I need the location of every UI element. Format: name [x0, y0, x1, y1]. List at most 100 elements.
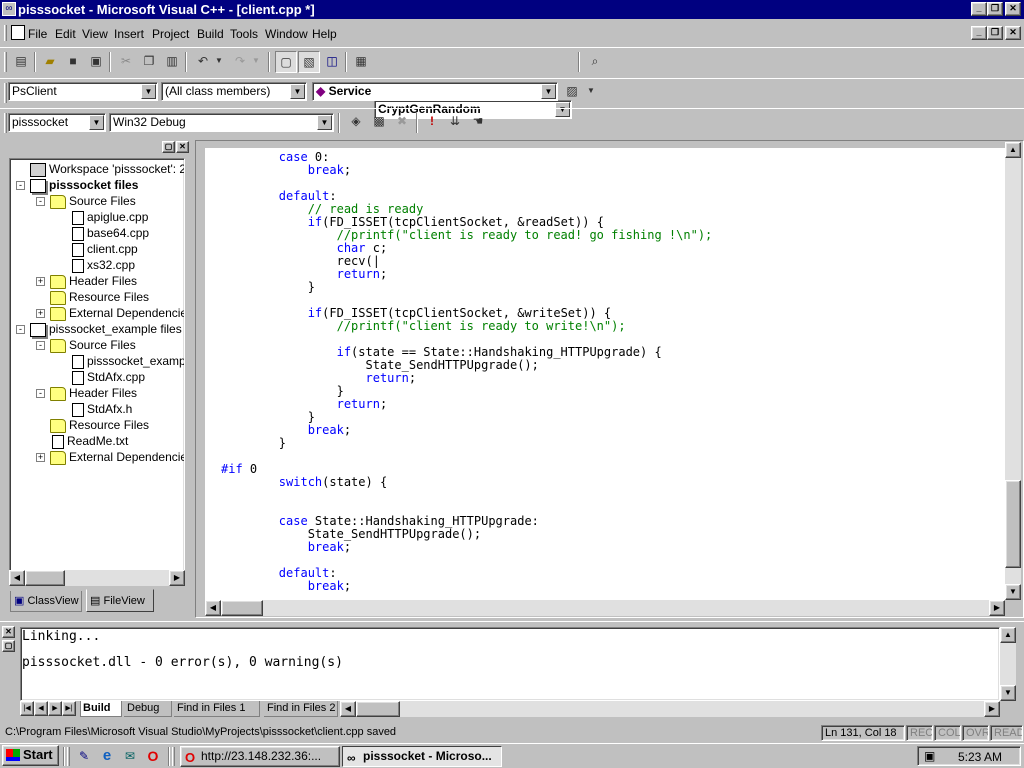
collapse-toggle-icon[interactable]: - [16, 181, 25, 190]
scroll-down-icon[interactable]: ▼ [1000, 685, 1016, 701]
app-icon[interactable]: ∞ [2, 2, 16, 16]
show-desktop-icon[interactable]: ✎ [74, 746, 94, 766]
chevron-down-icon[interactable]: ▼ [141, 84, 156, 99]
code-editor[interactable]: case 0: break; default: // read is ready… [205, 148, 1005, 600]
output-vscrollbar[interactable]: ▲ ▼ [1000, 627, 1016, 701]
tree-item[interactable]: pisssocket files [30, 177, 138, 193]
expand-toggle-icon[interactable]: + [36, 309, 45, 318]
task-button-msdev[interactable]: ∞ pisssocket - Microso... [342, 746, 502, 767]
tree-item[interactable]: StdAfx.cpp [70, 369, 145, 385]
output-hscrollbar[interactable]: ◀ ▶ [340, 701, 1000, 717]
mdi-minimize-button[interactable]: _ [971, 26, 987, 40]
collapse-toggle-icon[interactable]: - [16, 325, 25, 334]
menu-tools[interactable]: Tools [230, 27, 258, 41]
output-toggle-icon[interactable]: ▧ [298, 51, 320, 73]
tab-scroll-first-icon[interactable]: |◀ [20, 701, 34, 716]
output-hscroll-thumb[interactable] [356, 701, 400, 717]
scroll-left-icon[interactable]: ◀ [340, 701, 356, 717]
tree-item[interactable]: xs32.cpp [70, 257, 135, 273]
tab-debug[interactable]: Debug [124, 701, 172, 717]
scroll-right-icon[interactable]: ▶ [169, 570, 185, 586]
tab-build[interactable]: Build [80, 701, 122, 717]
output-text[interactable]: Linking... pisssocket.dll - 0 error(s), 0… [20, 627, 1000, 701]
compile-icon[interactable]: ◈ [345, 111, 367, 133]
tree-item[interactable]: Source Files [50, 337, 136, 353]
clock[interactable]: 5:23 AM [958, 750, 1002, 764]
task-button-opera[interactable]: O http://23.148.232.36:... [180, 746, 340, 767]
menu-edit[interactable]: Edit [55, 27, 76, 41]
new-file-icon[interactable]: ▤ [10, 51, 32, 73]
tree-item[interactable]: Header Files [50, 273, 137, 289]
tree-item[interactable]: Resource Files [50, 417, 149, 433]
project-combo[interactable]: pisssocket ▼ [8, 113, 106, 132]
menu-project[interactable]: Project [152, 27, 189, 41]
document-icon[interactable] [11, 25, 25, 40]
restore-button[interactable]: ❐ [987, 2, 1003, 16]
start-button[interactable]: Start [2, 745, 59, 766]
chevron-down-icon[interactable]: ▼ [89, 115, 104, 130]
menu-help[interactable]: Help [312, 27, 337, 41]
chevron-down-icon[interactable]: ▼ [317, 115, 332, 130]
tree-item[interactable]: StdAfx.h [70, 401, 132, 417]
scroll-right-icon[interactable]: ▶ [984, 701, 1000, 717]
expand-toggle-icon[interactable]: + [36, 277, 45, 286]
editor-hscroll-thumb[interactable] [221, 600, 263, 616]
menu-file[interactable]: File [28, 27, 47, 41]
minimize-button[interactable]: _ [971, 2, 987, 16]
redo-dropdown-icon[interactable]: ▼ [245, 51, 267, 73]
tree-item[interactable]: ReadMe.txt [50, 433, 128, 449]
tree-item[interactable]: External Dependencies [50, 449, 184, 465]
undo-dropdown-icon[interactable]: ▼ [208, 51, 230, 73]
open-folder-icon[interactable]: ▰ [39, 51, 61, 73]
output-restore-button[interactable]: ▢ [2, 640, 15, 652]
chevron-down-icon[interactable]: ▼ [541, 84, 556, 99]
tab-scroll-last-icon[interactable]: ▶| [62, 701, 76, 716]
save-all-icon[interactable]: ▣ [85, 51, 107, 73]
tree-item[interactable]: Source Files [50, 193, 136, 209]
output-close-button[interactable]: ✕ [2, 626, 15, 638]
scroll-up-icon[interactable]: ▲ [1000, 627, 1016, 643]
mdi-close-button[interactable]: ✕ [1005, 26, 1021, 40]
breakpoint-hand-icon[interactable]: ☚ [467, 111, 489, 133]
close-button[interactable]: ✕ [1005, 2, 1021, 16]
wizard-action-dropdown-icon[interactable]: ▼ [580, 81, 602, 103]
find-in-files-icon[interactable]: ▦ [350, 51, 372, 73]
scroll-right-icon[interactable]: ▶ [989, 600, 1005, 616]
editor-hscrollbar[interactable]: ◀ ▶ [205, 600, 1005, 616]
workspace-restore-button[interactable]: ▢ [162, 141, 175, 153]
collapse-toggle-icon[interactable]: - [36, 341, 45, 350]
class-combo[interactable]: PsClient ▼ [8, 82, 158, 101]
tab-fileview[interactable]: ▤ FileView [86, 589, 154, 612]
tab-find-in-files-1[interactable]: Find in Files 1 [174, 701, 260, 717]
scroll-up-icon[interactable]: ▲ [1005, 142, 1021, 158]
cut-icon[interactable]: ✂ [115, 51, 137, 73]
tree-item[interactable]: client.cpp [70, 241, 138, 257]
tree-item[interactable]: External Dependencies [50, 305, 184, 321]
build-icon[interactable]: ▩ [368, 111, 390, 133]
tree-item[interactable]: Header Files [50, 385, 137, 401]
tree-hscrollbar[interactable]: ◀ ▶ [9, 570, 185, 586]
paste-icon[interactable]: ▥ [161, 51, 183, 73]
tree-item[interactable]: pisssocket_example files [30, 321, 182, 337]
editor-scroll-thumb[interactable] [1005, 480, 1021, 568]
collapse-toggle-icon[interactable]: - [36, 389, 45, 398]
execute-icon[interactable]: ! [421, 111, 443, 133]
menu-insert[interactable]: Insert [114, 27, 144, 41]
tree-item[interactable]: apiglue.cpp [70, 209, 148, 225]
tree-item[interactable]: pisssocket_exampl [70, 353, 184, 369]
scroll-left-icon[interactable]: ◀ [205, 600, 221, 616]
tab-classview[interactable]: ▣ ClassView [10, 591, 82, 612]
menu-build[interactable]: Build [197, 27, 224, 41]
editor-vscrollbar[interactable]: ▲ ▼ [1005, 142, 1021, 600]
network-icon[interactable]: ▣ [924, 749, 935, 763]
member-combo[interactable]: ◆ Service ▼ [312, 82, 558, 101]
scroll-thumb[interactable] [25, 570, 65, 586]
tree-item[interactable]: Workspace 'pisssocket': 2 proje [30, 161, 184, 177]
opera-quicklaunch-icon[interactable]: O [143, 746, 163, 766]
save-icon[interactable]: ■ [62, 51, 84, 73]
go-icon[interactable]: ⇊ [444, 111, 466, 133]
tab-find-in-files-2[interactable]: Find in Files 2 [264, 701, 338, 717]
config-combo[interactable]: Win32 Debug ▼ [109, 113, 334, 132]
collapse-toggle-icon[interactable]: - [36, 197, 45, 206]
workspace-close-button[interactable]: ✕ [176, 141, 189, 153]
